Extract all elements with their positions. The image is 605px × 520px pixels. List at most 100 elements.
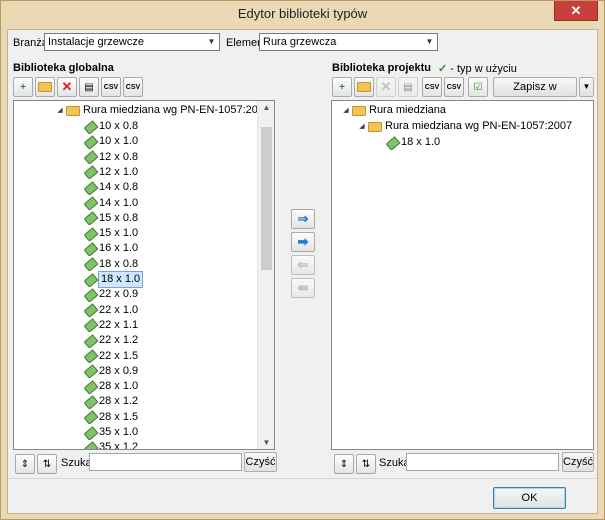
tree-item[interactable]: 22 x 1.2 xyxy=(84,333,138,348)
tree-item[interactable]: 12 x 0.8 xyxy=(84,150,138,165)
tag-icon xyxy=(84,151,96,163)
item-label: 10 x 1.0 xyxy=(99,135,139,148)
item-label: 28 x 1.2 xyxy=(99,395,139,408)
project-search-input[interactable] xyxy=(406,453,559,471)
tag-icon xyxy=(84,212,96,224)
tree-item[interactable]: 22 x 1.5 xyxy=(84,349,138,364)
item-label: 35 x 1.0 xyxy=(99,426,139,438)
tree-item[interactable]: 35 x 1.2 xyxy=(84,440,138,449)
project-delete-button[interactable]: ✕ xyxy=(376,77,396,97)
tree-item[interactable]: 35 x 1.0 xyxy=(84,425,138,440)
branza-select[interactable]: Instalacje grzewcze ▼ xyxy=(44,33,220,51)
move-right-button[interactable]: ➡ xyxy=(291,232,315,252)
project-export-csv-button[interactable]: CSV xyxy=(444,77,464,97)
tree-item[interactable]: 28 x 0.9 xyxy=(84,364,138,379)
collapse-all-button[interactable]: ⇅ xyxy=(37,454,57,474)
tree-item[interactable]: 18 x 1.0 xyxy=(386,135,440,150)
tag-icon xyxy=(84,427,96,439)
sub-folder-label: Rura miedziana wg PN-EN-1057:2007 xyxy=(385,120,573,132)
tag-add-icon: + xyxy=(20,81,26,93)
tree-item[interactable]: 22 x 1.1 xyxy=(84,318,138,333)
import-csv-button[interactable]: CSV xyxy=(101,77,121,97)
project-add-folder-button[interactable] xyxy=(354,77,374,97)
item-label: 22 x 1.2 xyxy=(99,334,139,347)
collapse-icon[interactable]: ◢ xyxy=(54,103,66,118)
tree-item[interactable]: 14 x 0.8 xyxy=(84,180,138,195)
save-template-dropdown[interactable]: ▼ xyxy=(579,77,594,97)
folder-label: Rura miedziana wg PN-EN-1057:2007 xyxy=(83,104,271,116)
csv-import-icon: CSV xyxy=(103,83,119,91)
tree-item[interactable]: 22 x 0.9 xyxy=(84,287,138,302)
project-check-button[interactable]: ☑ xyxy=(468,77,488,97)
project-add-type-button[interactable]: + xyxy=(332,77,352,97)
global-tree[interactable]: ◢ Rura miedziana wg PN-EN-1057:2007 10 x… xyxy=(13,100,275,450)
tree-item[interactable]: 22 x 1.0 xyxy=(84,303,138,318)
global-scrollbar[interactable]: ▲ ▼ xyxy=(257,101,274,449)
item-label: 28 x 1.0 xyxy=(99,380,139,393)
check-icon: ✓ xyxy=(438,63,448,75)
collapse-icon[interactable]: ◢ xyxy=(340,103,352,118)
project-collapse-all-button[interactable]: ⇅ xyxy=(356,454,376,474)
move-left-button[interactable]: ⇐ xyxy=(291,255,315,275)
checklist-icon: ☑ xyxy=(473,81,483,93)
scroll-up-icon[interactable]: ▲ xyxy=(258,103,274,112)
collapse-icon[interactable]: ◢ xyxy=(356,119,368,134)
tree-item[interactable]: 28 x 1.0 xyxy=(84,379,138,394)
tag-icon xyxy=(84,289,96,301)
delete-icon: ✕ xyxy=(61,79,73,94)
collapse-tree-icon: ⇅ xyxy=(361,458,371,470)
tree-item[interactable]: 28 x 1.5 xyxy=(84,410,138,425)
close-button[interactable]: ✕ xyxy=(554,1,598,21)
element-select[interactable]: Rura grzewcza ▼ xyxy=(259,33,438,51)
tag-icon xyxy=(84,411,96,423)
tree-item[interactable]: 18 x 0.8 xyxy=(84,257,138,272)
tag-icon xyxy=(84,319,96,331)
add-folder-button[interactable] xyxy=(35,77,55,97)
project-library-title: Biblioteka projektu xyxy=(332,62,432,74)
tree-item[interactable]: 14 x 1.0 xyxy=(84,196,138,211)
tag-icon xyxy=(84,166,96,178)
move-all-right-button[interactable]: ⇒ xyxy=(291,209,315,229)
project-expand-all-button[interactable]: ⇕ xyxy=(334,454,354,474)
item-label: 22 x 1.1 xyxy=(99,318,139,331)
global-clear-button[interactable]: Czyść xyxy=(244,452,277,472)
global-search-input[interactable] xyxy=(89,453,242,471)
tree-item[interactable]: 15 x 0.8 xyxy=(84,211,138,226)
global-library-title: Biblioteka globalna xyxy=(13,62,114,74)
tag-icon xyxy=(84,197,96,209)
item-label: 28 x 1.5 xyxy=(99,410,139,423)
tree-item[interactable]: 18 x 1.0 xyxy=(84,271,144,288)
project-tree[interactable]: ◢ Rura miedziana ◢ Rura miedziana wg PN-… xyxy=(331,100,594,450)
tag-icon xyxy=(84,136,96,148)
tag-icon xyxy=(84,243,96,255)
item-label: 18 x 0.8 xyxy=(99,257,139,270)
project-item-label: 18 x 1.0 xyxy=(401,136,441,148)
tree-item[interactable]: 28 x 1.2 xyxy=(84,394,138,409)
tree-item[interactable]: 15 x 1.0 xyxy=(84,226,138,241)
tree-item[interactable]: 16 x 1.0 xyxy=(84,241,138,256)
delete-button[interactable]: ✕ xyxy=(57,77,77,97)
project-import-csv-button[interactable]: CSV xyxy=(422,77,442,97)
tree-folder[interactable]: ◢ Rura miedziana wg PN-EN-1057:2007 xyxy=(54,103,270,118)
scroll-thumb[interactable] xyxy=(261,127,272,270)
properties-button[interactable]: ▤ xyxy=(79,77,99,97)
project-clear-button[interactable]: Czyść xyxy=(562,452,594,472)
tree-sub-folder[interactable]: ◢ Rura miedziana wg PN-EN-1057:2007 xyxy=(356,119,572,134)
ok-button[interactable]: OK xyxy=(493,487,566,509)
tree-item[interactable]: 12 x 1.0 xyxy=(84,165,138,180)
element-value: Rura grzewcza xyxy=(263,36,337,48)
export-csv-button[interactable]: CSV xyxy=(123,77,143,97)
folder-add-icon xyxy=(357,82,371,92)
move-all-left-button[interactable]: ⇚ xyxy=(291,278,315,298)
tree-root-folder[interactable]: ◢ Rura miedziana xyxy=(340,103,446,118)
chevron-down-icon: ▼ xyxy=(582,82,591,91)
save-template-button[interactable]: Zapisz w szablonie xyxy=(493,77,577,111)
tree-item[interactable]: 10 x 0.8 xyxy=(84,119,138,134)
scroll-down-icon[interactable]: ▼ xyxy=(258,438,274,447)
tree-item[interactable]: 10 x 1.0 xyxy=(84,134,138,149)
item-label: 22 x 1.0 xyxy=(99,303,139,316)
tag-icon xyxy=(386,137,398,149)
add-type-button[interactable]: + xyxy=(13,77,33,97)
project-properties-button[interactable]: ▤ xyxy=(398,77,418,97)
expand-all-button[interactable]: ⇕ xyxy=(15,454,35,474)
